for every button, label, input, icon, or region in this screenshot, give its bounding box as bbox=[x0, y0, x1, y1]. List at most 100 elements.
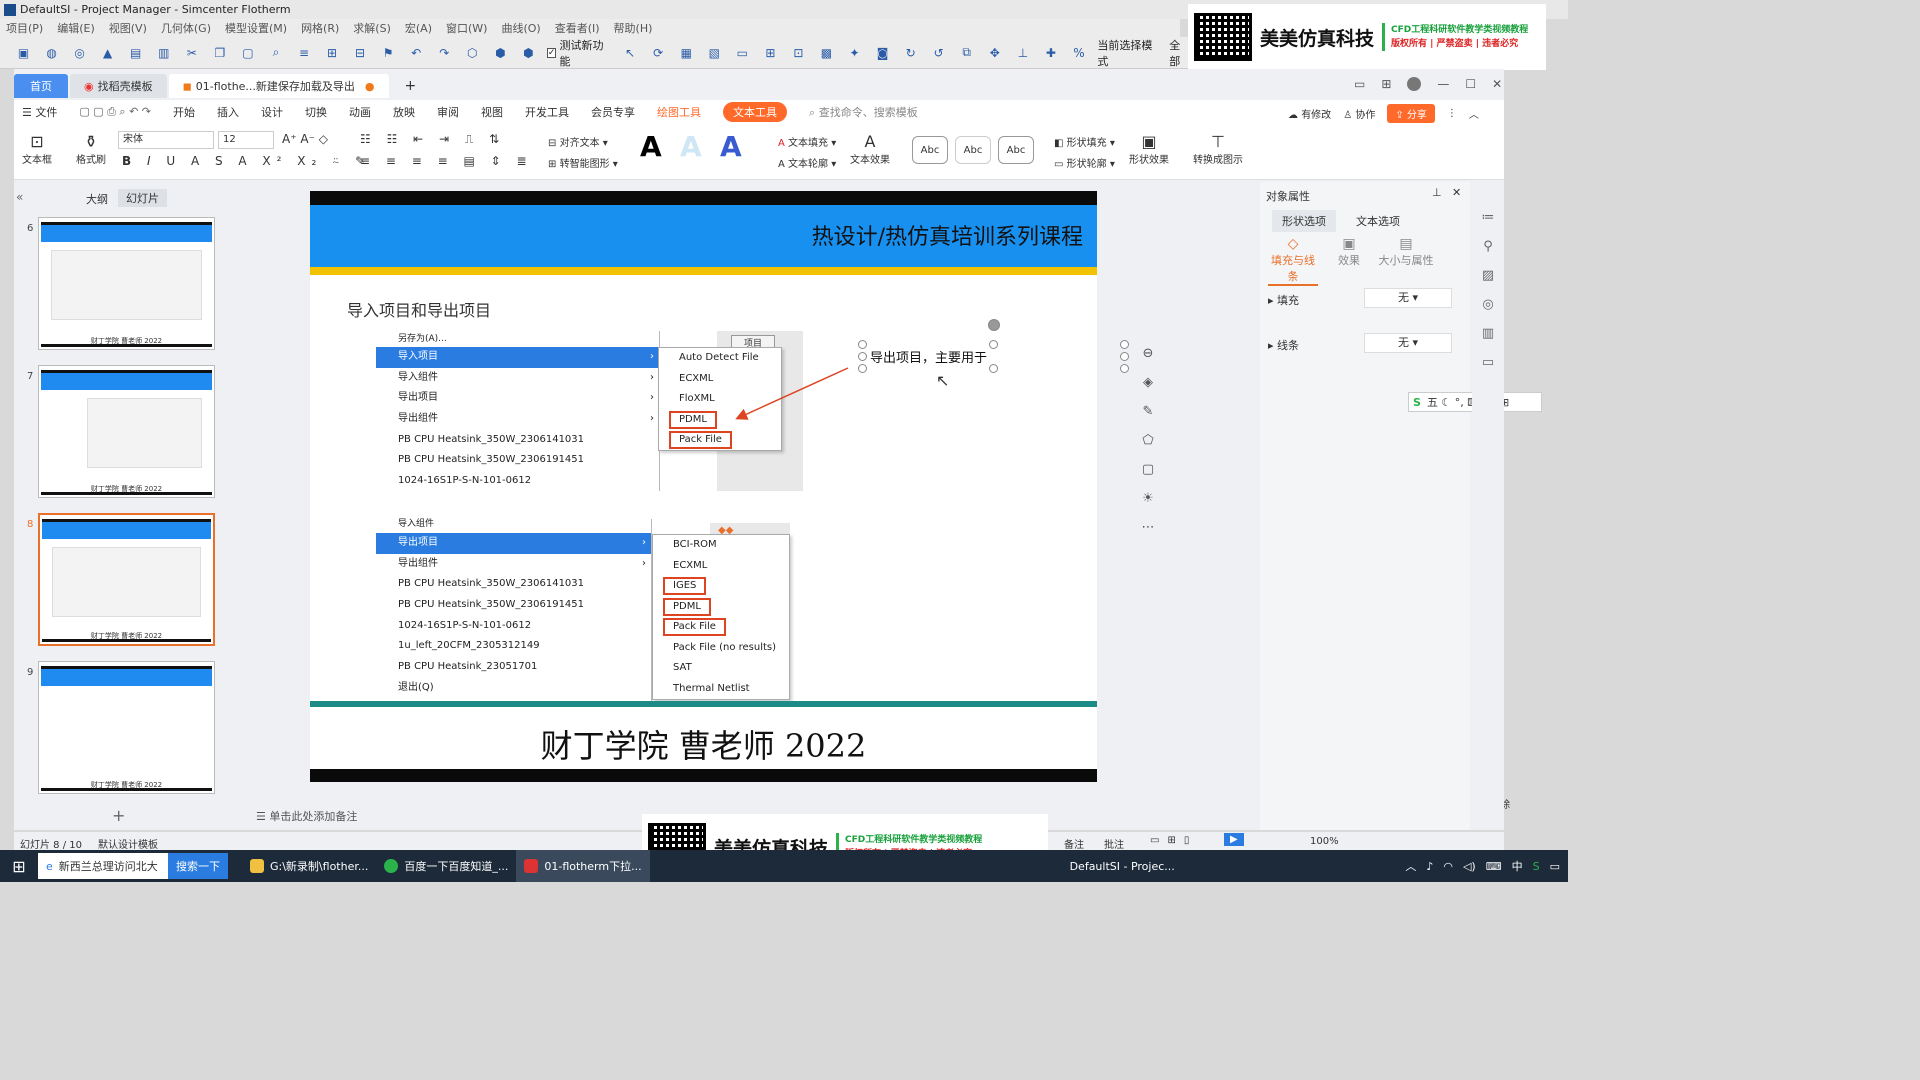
redo-icon[interactable]: ↷ bbox=[435, 43, 454, 63]
cube-icon[interactable]: ⬡ bbox=[463, 43, 482, 63]
tab-slides[interactable]: 幻灯片 bbox=[118, 189, 167, 207]
table-icon[interactable]: ▥ bbox=[154, 43, 173, 63]
layout-icon[interactable]: ▭ bbox=[1354, 77, 1365, 91]
menu-window[interactable]: 窗口(W) bbox=[446, 20, 487, 36]
shape-style-3[interactable]: Abc bbox=[998, 136, 1034, 164]
subtab-effect[interactable]: ▣ 效果 bbox=[1334, 236, 1364, 268]
grid-fine-icon[interactable]: ▩ bbox=[817, 43, 836, 63]
cube-blue-icon[interactable]: ⬢ bbox=[519, 43, 538, 63]
sliders-icon[interactable]: ≡ bbox=[294, 43, 313, 63]
menu-edit[interactable]: 编辑(E) bbox=[57, 20, 95, 36]
taskbar-explorer[interactable]: G:\新录制\flother... bbox=[242, 850, 376, 882]
menu-viewer[interactable]: 查看者(I) bbox=[555, 20, 600, 36]
text-format-buttons[interactable]: B I U A S A X² X₂ ⍨ ✎ bbox=[122, 154, 371, 169]
align-buttons[interactable]: ≡ ≡ ≡ ≡ ▤ ⇕ ≣ bbox=[360, 154, 533, 168]
quick-access-icons[interactable]: ▢ ▢ ⎙ ⌕ ↶ ↷ bbox=[79, 105, 151, 119]
layers-icon[interactable]: ◈ bbox=[1143, 375, 1153, 390]
refresh-icon[interactable]: ↻ bbox=[901, 43, 920, 63]
test-feature-checkbox[interactable]: ✓ 测试新功能 bbox=[546, 37, 612, 69]
text-style-light[interactable]: A bbox=[680, 130, 702, 163]
menu-model-setup[interactable]: 模型设置(M) bbox=[225, 20, 287, 36]
list-buttons[interactable]: ☷ ☷ ⇤ ⇥ ⎍ ⇅ bbox=[360, 132, 505, 147]
menu-member[interactable]: 会员专享 bbox=[591, 104, 635, 120]
rotate-handle-icon[interactable] bbox=[988, 319, 1000, 331]
pin-icon[interactable]: ⚲ bbox=[1483, 239, 1493, 254]
grid-sphere-icon[interactable]: ◎ bbox=[70, 43, 89, 63]
resize-handle[interactable] bbox=[1120, 364, 1129, 373]
line-select[interactable]: 无 ▾ bbox=[1364, 333, 1452, 353]
eraser-icon[interactable]: ⬠ bbox=[1142, 433, 1153, 448]
slide-thumbnail-9[interactable]: 财丁学院 曹老师 2022 bbox=[38, 661, 215, 794]
fan-icon[interactable]: ✦ bbox=[845, 43, 864, 63]
text-fill-button[interactable]: A 文本填充 ▾ bbox=[778, 134, 836, 149]
resize-handle[interactable] bbox=[858, 364, 867, 373]
subtab-size[interactable]: ▤ 大小与属性 bbox=[1378, 236, 1434, 268]
collab-button[interactable]: ♙ 协作 bbox=[1343, 106, 1375, 121]
notification-icon[interactable]: ▭ bbox=[1550, 860, 1560, 873]
paste-icon[interactable]: ▢ bbox=[238, 43, 257, 63]
transform-icon[interactable]: ⧉ bbox=[957, 43, 976, 63]
menu-project[interactable]: 项目(P) bbox=[6, 20, 43, 36]
location-icon[interactable]: ◎ bbox=[1482, 297, 1493, 312]
menu-view[interactable]: 视图 bbox=[481, 104, 503, 120]
minus-icon[interactable]: ⊖ bbox=[1143, 346, 1154, 361]
box-front-icon[interactable]: ▦ bbox=[677, 43, 696, 63]
taskbar-flotherm[interactable]: DefaultSI - Projec... bbox=[1062, 850, 1183, 882]
undo-icon[interactable]: ↶ bbox=[407, 43, 426, 63]
more-icon[interactable]: ⋮ bbox=[1447, 108, 1457, 119]
font-select[interactable]: 宋体 bbox=[118, 131, 214, 149]
convert-button[interactable]: ⊤ 转换成图示 bbox=[1186, 132, 1250, 166]
resize-handle[interactable] bbox=[1120, 340, 1129, 349]
sogou-tray-icon[interactable]: S bbox=[1533, 860, 1540, 873]
font-size-select[interactable]: 12 bbox=[218, 131, 274, 149]
resize-handle[interactable] bbox=[1120, 352, 1129, 361]
tab-outline[interactable]: 大纲 bbox=[86, 191, 108, 207]
menu-draw-tools[interactable]: 绘图工具 bbox=[657, 104, 701, 120]
monitor-icon[interactable]: ▭ bbox=[733, 43, 752, 63]
shape-style-2[interactable]: Abc bbox=[955, 136, 991, 164]
network-icon[interactable]: ◠ bbox=[1443, 860, 1453, 873]
shape-effect-button[interactable]: ▣ 形状效果 bbox=[1124, 132, 1174, 166]
format-painter-button[interactable]: ⚱ 格式刷 bbox=[74, 132, 108, 166]
cut-icon[interactable]: ✂ bbox=[182, 43, 201, 63]
shape-fill-button[interactable]: ◧ 形状填充 ▾ bbox=[1054, 134, 1115, 149]
command-search[interactable]: ⌕ 查找命令、搜索模板 bbox=[809, 104, 918, 120]
text-outline-button[interactable]: A 文本轮廓 ▾ bbox=[778, 155, 836, 170]
menu-help[interactable]: 帮助(H) bbox=[614, 20, 653, 36]
slide-canvas[interactable]: 热设计/热仿真培训系列课程 导入项目和导出项目 另存为(A)... 导入项目 › … bbox=[310, 191, 1129, 782]
shape-outline-button[interactable]: ▭ 形状轮廓 ▾ bbox=[1054, 155, 1115, 170]
slide-textbox[interactable]: 导出项目，主要用于 bbox=[866, 343, 994, 369]
menu-start[interactable]: 开始 bbox=[173, 104, 195, 120]
taskbar-wps[interactable]: 01-flotherm下拉... bbox=[516, 850, 650, 882]
tab-shape-options[interactable]: 形状选项 bbox=[1272, 210, 1336, 232]
tab-home[interactable]: 首页 bbox=[14, 74, 68, 98]
menu-view[interactable]: 视图(V) bbox=[109, 20, 147, 36]
comments-toggle[interactable]: 批注 bbox=[1104, 836, 1124, 851]
play-icon[interactable]: ▶ bbox=[1224, 833, 1244, 846]
line-section[interactable]: ▸ 线条 bbox=[1268, 337, 1299, 353]
notes-toggle[interactable]: 备注 bbox=[1064, 836, 1084, 851]
menu-transition[interactable]: 切换 bbox=[305, 104, 327, 120]
slide-thumbnail-8[interactable]: 财丁学院 曹老师 2022 bbox=[38, 513, 215, 646]
pen-icon[interactable]: ✎ bbox=[1143, 404, 1154, 419]
cube-solid-icon[interactable]: ⬢ bbox=[491, 43, 510, 63]
minimize-icon[interactable]: — bbox=[1437, 77, 1449, 91]
copy-icon[interactable]: ❐ bbox=[210, 43, 229, 63]
slide-thumbnail-7[interactable]: 财丁学院 曹老师 2022 bbox=[38, 365, 215, 498]
view-mode-icons[interactable]: ▭⊞▯ bbox=[1150, 835, 1197, 846]
modified-button[interactable]: ☁ 有修改 bbox=[1288, 106, 1331, 121]
menu-text-tools[interactable]: 文本工具 bbox=[723, 102, 788, 122]
menu-grid[interactable]: 网格(R) bbox=[301, 20, 339, 36]
close-pane-icon[interactable]: ✕ bbox=[1452, 186, 1461, 199]
percent-icon[interactable]: % bbox=[1069, 43, 1088, 63]
text-style-blue[interactable]: A bbox=[720, 130, 742, 163]
pin-icon[interactable]: ⊥ bbox=[1013, 43, 1032, 63]
tab-template[interactable]: ◉ 找稻壳模板 bbox=[70, 74, 167, 98]
font-size-controls[interactable]: A⁺ A⁻ ◇ bbox=[282, 132, 328, 146]
position-icon[interactable]: ✚ bbox=[1041, 43, 1060, 63]
grid-view-icon[interactable]: ⊞ bbox=[761, 43, 780, 63]
zoom-level[interactable]: 100% bbox=[1310, 836, 1339, 847]
add-slide-button[interactable]: + bbox=[112, 806, 125, 825]
model-icon[interactable]: ▲ bbox=[98, 43, 117, 63]
find-icon[interactable]: ⌕ bbox=[266, 43, 285, 63]
